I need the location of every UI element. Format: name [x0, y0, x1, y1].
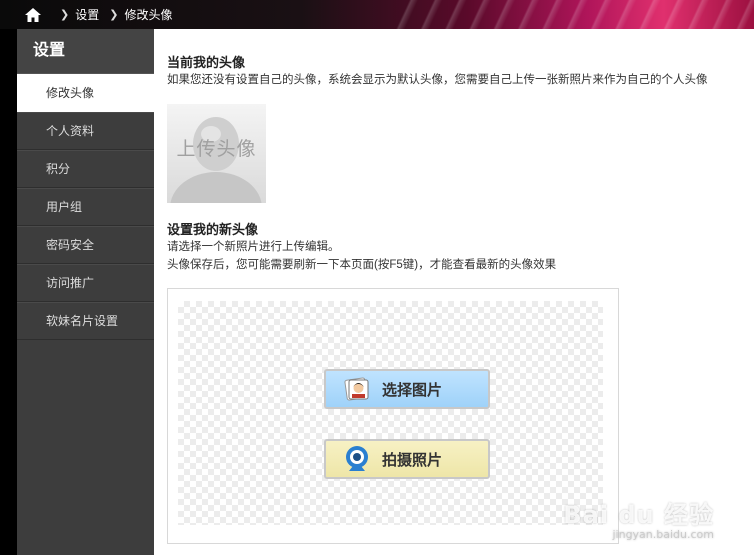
take-photo-button[interactable]: 拍摄照片: [324, 439, 490, 479]
sidebar-item-referral[interactable]: 访问推广: [17, 264, 154, 302]
breadcrumb-item-settings[interactable]: 设置: [75, 6, 99, 23]
current-avatar-heading: 当前我的头像: [167, 55, 246, 70]
current-avatar-image: 上传头像: [167, 104, 266, 203]
new-avatar-heading: 设置我的新头像: [167, 222, 259, 237]
chevron-right-icon: ❯: [109, 9, 119, 21]
watermark: Bai du 经验 jingyan.baidu.com: [563, 495, 714, 541]
breadcrumb-item-edit-avatar[interactable]: 修改头像: [124, 6, 172, 23]
sidebar-item-password-security[interactable]: 密码安全: [17, 226, 154, 264]
top-bar-decoration: [394, 0, 754, 29]
left-gutter: [0, 29, 17, 555]
photo-icon: [344, 377, 369, 401]
breadcrumb: ❯ 设置 ❯ 修改头像: [24, 0, 172, 29]
choose-image-label: 选择图片: [382, 381, 443, 399]
top-bar: ❯ 设置 ❯ 修改头像: [0, 0, 754, 29]
sidebar-item-profile[interactable]: 个人资料: [17, 112, 154, 150]
current-avatar-section: 当前我的头像 如果您还没有设置自己的头像，系统会显示为默认头像，您需要自己上传一…: [167, 52, 708, 89]
new-avatar-refresh-note: 头像保存后，您可能需要刷新一下本页面(按F5键)，才能查看最新的头像效果: [167, 259, 557, 271]
webcam-icon: [346, 446, 368, 471]
sidebar-title: 设置: [17, 29, 154, 74]
main-content: 当前我的头像 如果您还没有设置自己的头像，系统会显示为默认头像，您需要自己上传一…: [154, 29, 754, 555]
current-avatar-description: 如果您还没有设置自己的头像，系统会显示为默认头像，您需要自己上传一张新照片来作为…: [167, 74, 708, 86]
upload-canvas: 选择图片 拍摄照片: [178, 301, 603, 525]
avatar-placeholder-label: 上传头像: [176, 139, 257, 160]
chevron-right-icon: ❯: [60, 9, 70, 21]
sidebar-item-points[interactable]: 积分: [17, 150, 154, 188]
sidebar-item-user-group[interactable]: 用户组: [17, 188, 154, 226]
new-avatar-section: 设置我的新头像 请选择一个新照片进行上传编辑。 头像保存后，您可能需要刷新一下本…: [167, 219, 556, 274]
sidebar-item-card-settings[interactable]: 软妹名片设置: [17, 302, 154, 340]
home-icon[interactable]: [24, 7, 42, 23]
choose-image-button[interactable]: 选择图片: [324, 369, 490, 409]
new-avatar-instruction: 请选择一个新照片进行上传编辑。: [167, 241, 340, 253]
watermark-logo-text: Bai du 经验: [563, 501, 714, 529]
sidebar-item-edit-avatar[interactable]: 修改头像: [17, 74, 154, 112]
take-photo-label: 拍摄照片: [382, 451, 443, 469]
avatar-uploader: 选择图片 拍摄照片: [167, 288, 619, 544]
sidebar: 设置 修改头像 个人资料 积分 用户组 密码安全 访问推广 软妹名片设置: [17, 29, 154, 555]
